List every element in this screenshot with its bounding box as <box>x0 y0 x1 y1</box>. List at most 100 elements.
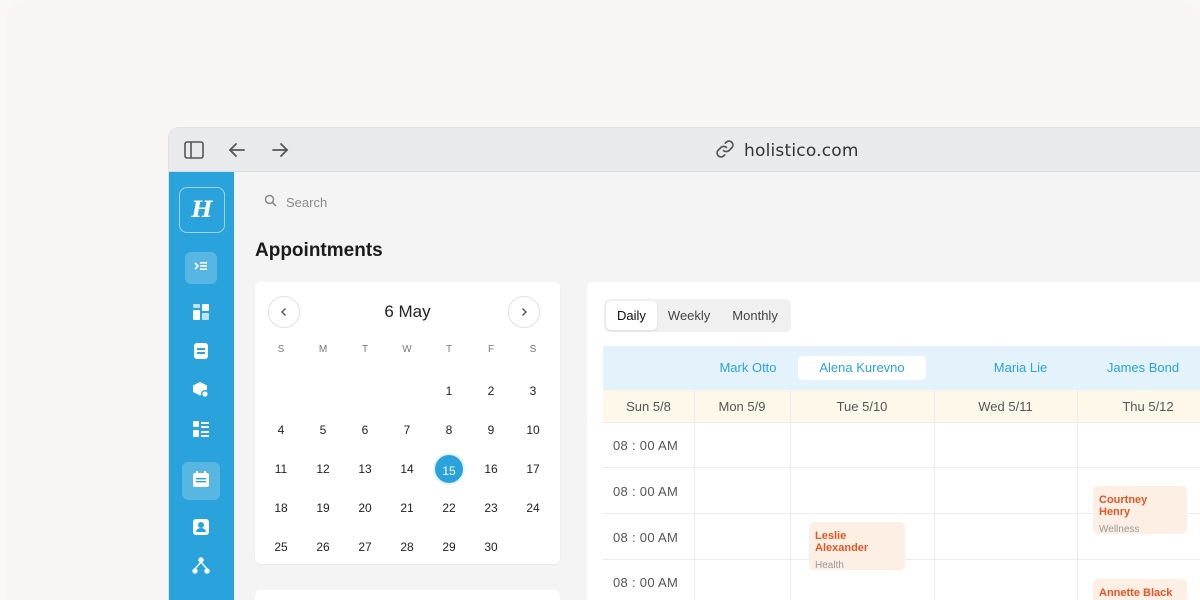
sidebar-item-appointments[interactable] <box>182 462 220 500</box>
tab-daily[interactable]: Daily <box>606 301 657 330</box>
sidebar-item-patients[interactable] <box>185 513 217 545</box>
calendar-day[interactable]: 11 <box>265 453 297 485</box>
calendar-day[interactable]: 25 <box>265 531 297 563</box>
date-header-row: Sun 5/8 Mon 5/9 Tue 5/10 Wed 5/11 Thu 5/… <box>603 390 1200 423</box>
time-slot-label: 08 : 00 AM <box>613 530 679 545</box>
calendar-day[interactable]: 23 <box>475 492 507 524</box>
column-divider <box>694 390 695 600</box>
calendar-day[interactable]: 16 <box>475 453 507 485</box>
calendar-day[interactable]: 14 <box>391 453 423 485</box>
calendar-day[interactable]: 29 <box>433 531 465 563</box>
calendar-day-selected[interactable]: 15 <box>433 453 465 485</box>
calendar-day[interactable]: 20 <box>349 492 381 524</box>
calendar-day[interactable]: 4 <box>265 414 297 446</box>
search-input[interactable]: Search <box>286 195 327 210</box>
weekday-label: T <box>361 344 369 355</box>
secondary-card <box>255 590 560 600</box>
time-slot-label: 08 : 00 AM <box>613 575 679 590</box>
calendar-icon <box>192 470 210 493</box>
weekday-label: F <box>487 344 495 355</box>
calendar-day[interactable]: 2 <box>475 375 507 407</box>
calendar-day[interactable]: 21 <box>391 492 423 524</box>
calendar-day[interactable]: 24 <box>517 492 549 524</box>
staff-james-bond[interactable]: James Bond <box>1093 356 1193 380</box>
calendar-day[interactable]: 18 <box>265 492 297 524</box>
page-title: Appointments <box>255 240 383 261</box>
date-mon[interactable]: Mon 5/9 <box>694 390 790 423</box>
tab-weekly[interactable]: Weekly <box>657 301 721 330</box>
app-sidebar: H <box>169 172 234 600</box>
staff-mark-otto[interactable]: Mark Otto <box>703 356 793 380</box>
date-tue[interactable]: Tue 5/10 <box>790 390 934 423</box>
browser-toolbar: holistico.com <box>169 128 1200 172</box>
calendar-day[interactable]: 5 <box>307 414 339 446</box>
appointment-category: Wellness <box>1099 524 1140 535</box>
weekday-label: M <box>318 344 328 355</box>
calendar-day[interactable]: 13 <box>349 453 381 485</box>
clipboard-icon <box>192 342 210 365</box>
forward-arrow-icon[interactable] <box>269 139 291 161</box>
calendar-day[interactable]: 28 <box>391 531 423 563</box>
app-logo[interactable]: H <box>179 187 225 233</box>
sidebar-item-reports[interactable] <box>185 415 217 447</box>
sidebar-item-dashboard[interactable] <box>185 298 217 330</box>
date-sun[interactable]: Sun 5/8 <box>603 390 694 423</box>
calendar-day[interactable]: 22 <box>433 492 465 524</box>
staff-header-row: Mark Otto Alena Kurevno Maria Lie James … <box>603 346 1200 390</box>
sidebar-toggle-icon[interactable] <box>183 139 205 161</box>
appointment-annette-black[interactable]: Annette Black <box>1093 579 1187 600</box>
collapse-menu-icon <box>193 258 209 279</box>
box-settings-icon <box>192 381 210 404</box>
time-slot-label: 08 : 00 AM <box>613 484 679 499</box>
back-arrow-icon[interactable] <box>226 139 248 161</box>
calendar-day[interactable]: 1 <box>433 375 465 407</box>
calendar-day[interactable]: 6 <box>349 414 381 446</box>
weekday-label: W <box>402 344 412 355</box>
calendar-day[interactable]: 12 <box>307 453 339 485</box>
calendar-day[interactable]: 17 <box>517 453 549 485</box>
tab-monthly[interactable]: Monthly <box>721 301 789 330</box>
column-divider <box>934 390 935 600</box>
search-icon <box>264 194 277 210</box>
calendar-day[interactable]: 30 <box>475 531 507 563</box>
view-tabs: Daily Weekly Monthly <box>604 299 791 332</box>
time-slot-label: 08 : 00 AM <box>613 438 679 453</box>
grid-list-icon <box>192 420 210 443</box>
sidebar-item-network[interactable] <box>185 552 217 584</box>
next-month-button[interactable] <box>508 296 540 328</box>
network-icon <box>192 556 210 580</box>
calendar-day[interactable]: 3 <box>517 375 549 407</box>
calendar-day[interactable]: 8 <box>433 414 465 446</box>
sidebar-item-inventory[interactable] <box>185 376 217 408</box>
date-wed[interactable]: Wed 5/11 <box>934 390 1077 423</box>
date-thu[interactable]: Thu 5/12 <box>1077 390 1200 423</box>
main-content: Search Appointments 6 May SMTWTFS1234567… <box>234 172 1200 600</box>
address-bar[interactable]: holistico.com <box>714 139 859 162</box>
schedule-panel: Daily Weekly Monthly Mark Otto Alena Kur… <box>587 282 1200 600</box>
calendar-day[interactable]: 27 <box>349 531 381 563</box>
chevron-right-icon <box>519 305 529 320</box>
column-divider <box>1077 390 1078 600</box>
appointment-courtney-henry[interactable]: Courtney Henry Wellness <box>1093 486 1187 535</box>
dashboard-icon <box>192 303 210 326</box>
staff-maria-lie[interactable]: Maria Lie <box>973 356 1068 380</box>
appointment-name: Annette Black <box>1099 587 1173 599</box>
weekday-label: T <box>445 344 453 355</box>
logo-letter: H <box>191 197 213 223</box>
weekday-label: S <box>529 344 537 355</box>
calendar-day[interactable]: 9 <box>475 414 507 446</box>
calendar-day[interactable]: 26 <box>307 531 339 563</box>
url-text: holistico.com <box>744 141 859 161</box>
calendar-day[interactable]: 10 <box>517 414 549 446</box>
staff-alena-kurevno[interactable]: Alena Kurevno <box>798 356 926 380</box>
column-divider <box>790 390 791 600</box>
sidebar-item-records[interactable] <box>185 337 217 369</box>
appointment-leslie-alexander[interactable]: Leslie Alexander Health <box>809 522 905 571</box>
weekday-label: S <box>277 344 285 355</box>
calendar-day[interactable]: 19 <box>307 492 339 524</box>
browser-window: holistico.com H Search Appointments 6 Ma… <box>169 128 1200 600</box>
search-bar[interactable]: Search <box>264 194 327 210</box>
calendar-day[interactable]: 7 <box>391 414 423 446</box>
appointment-name: Courtney Henry <box>1099 494 1148 518</box>
sidebar-collapse-button[interactable] <box>185 252 217 284</box>
